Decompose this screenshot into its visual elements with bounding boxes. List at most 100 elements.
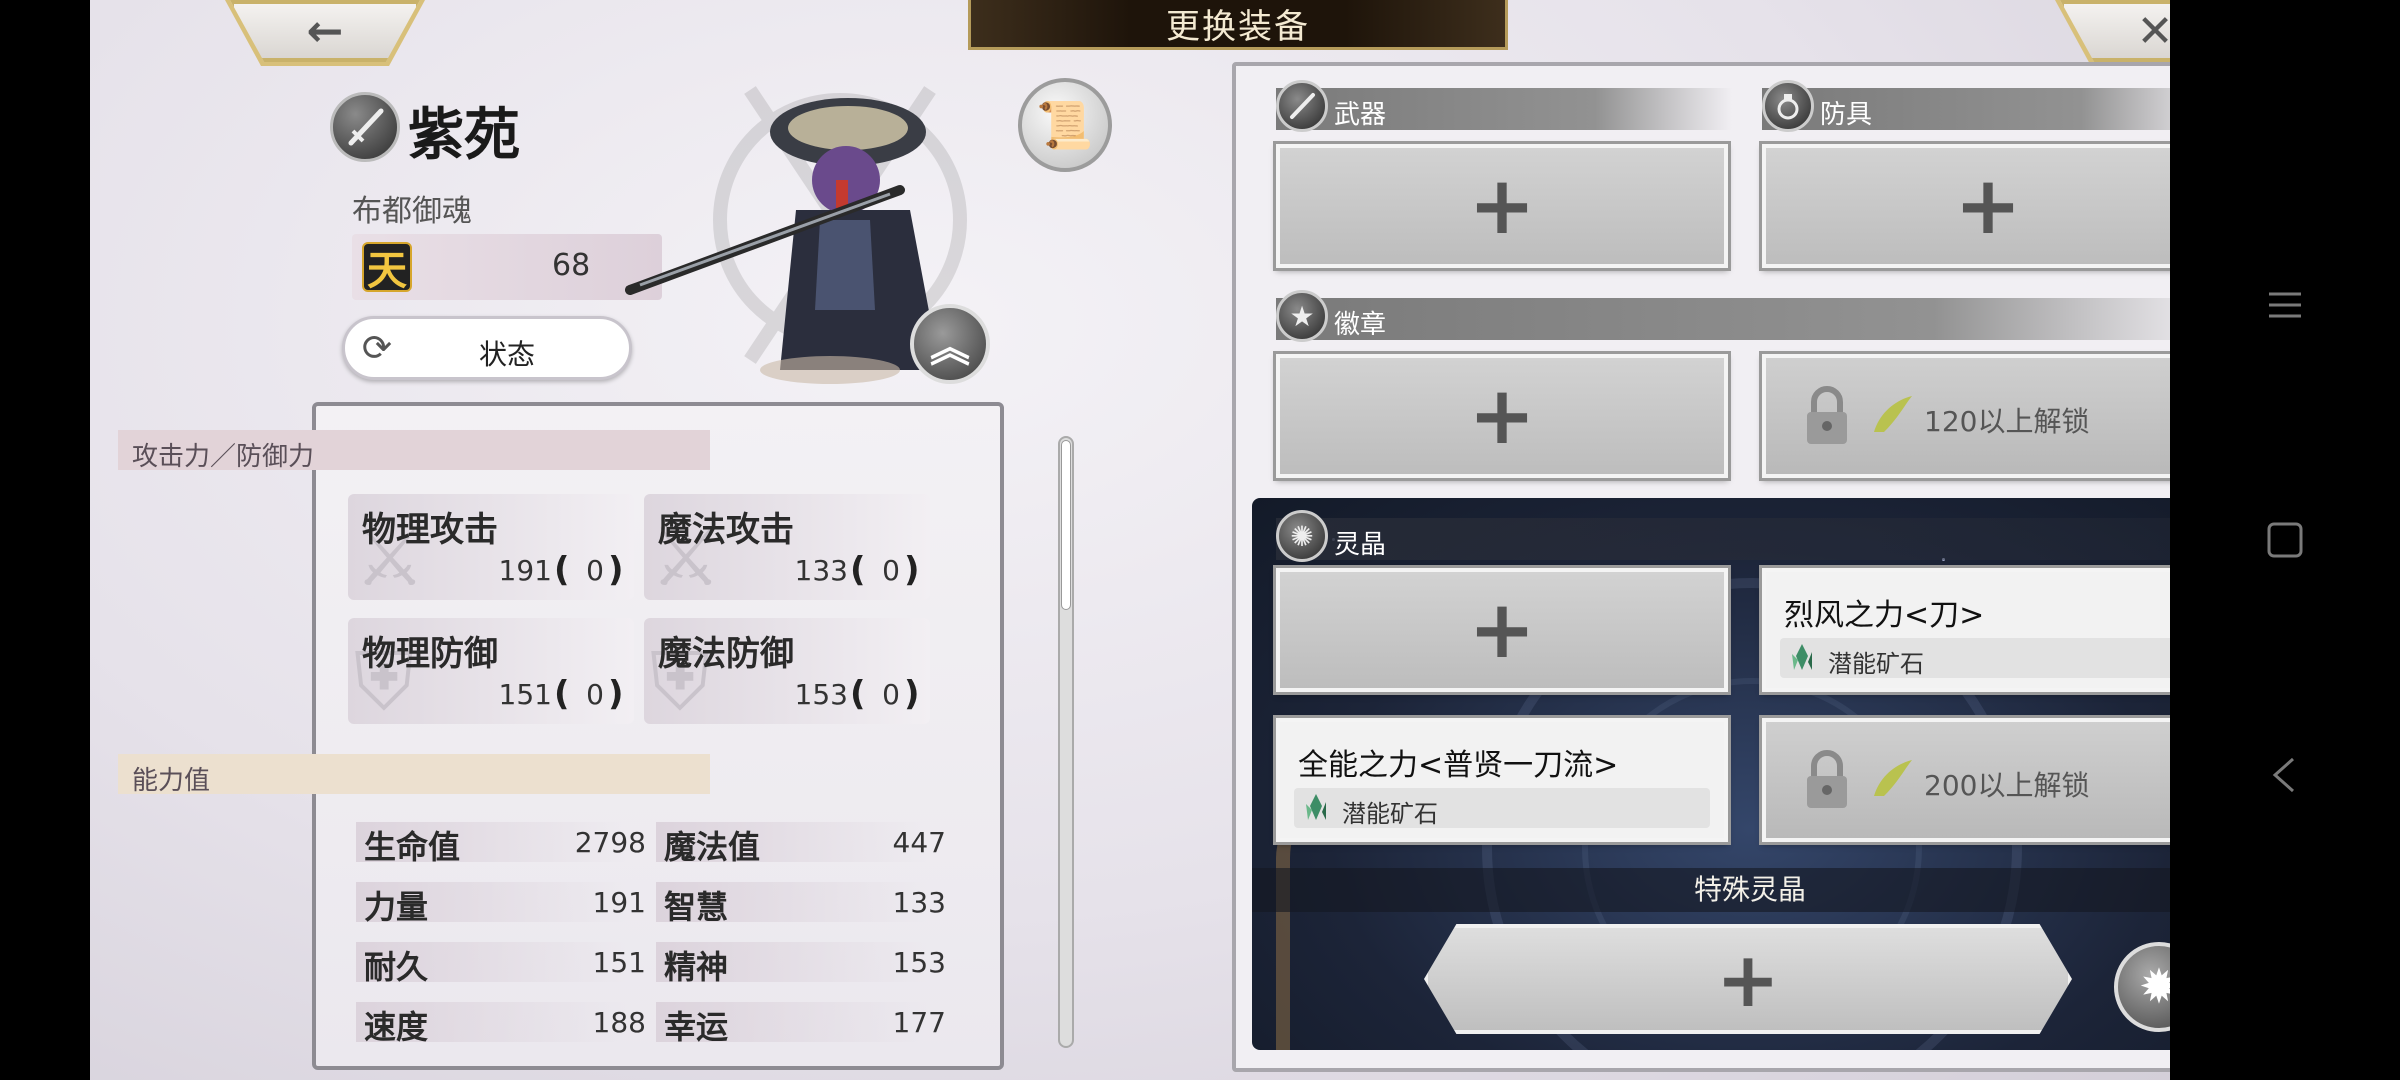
crystal-type: 潜能矿石 (1828, 650, 1924, 678)
ability-wisdom: 智慧 133 (656, 878, 956, 926)
crystal-slot-2[interactable]: 全能之力<普贤一刀流> 潜能矿石 (1276, 718, 1728, 842)
crystal-type: 潜能矿石 (1342, 800, 1438, 828)
level-value: 68 (552, 248, 591, 283)
stat-value: 191 (498, 554, 552, 587)
ability-name: 力量 (364, 888, 429, 926)
ability-value: 447 (892, 826, 946, 859)
ability-luck: 幸运 177 (656, 998, 956, 1046)
crystal-name: 全能之力<普贤一刀流> (1298, 748, 1619, 783)
armor-ring-icon (1762, 80, 1814, 132)
status-button[interactable]: ⟳ 状态 (342, 316, 632, 380)
ability-value: 188 (592, 1006, 646, 1039)
ability-name: 耐久 (364, 948, 429, 986)
menu-icon (2269, 292, 2301, 318)
plus-icon: + (1468, 159, 1536, 252)
crystal-name: 烈风之力<刀> (1784, 598, 1985, 633)
stat-bonus: 0 (882, 554, 900, 587)
crystal-section-header: ✺ 灵晶 (1276, 510, 2170, 562)
game-screen: ← ✕ 更换装备 紫苑 布都御魂 天 68 ⟳ 状态 ︽ 📜 攻击力／防御力 ⚔… (90, 0, 2170, 1080)
sword-icon (1276, 80, 1328, 132)
chevron-up-icon: ︽ (930, 325, 970, 371)
armor-slot[interactable]: + (1762, 144, 2170, 268)
profile-note-button[interactable]: 📜 (1018, 78, 1112, 172)
ability-value: 177 (892, 1006, 946, 1039)
ore-icon (1788, 642, 1818, 672)
stat-physical-defense: ⛨ 物理防御 151 ( 0 ) (348, 618, 634, 724)
stats-scrollbar[interactable] (1058, 436, 1074, 1048)
special-crystal-slot[interactable]: + (1424, 924, 2072, 1034)
ability-name: 速度 (364, 1008, 429, 1046)
ability-spirit: 精神 153 (656, 938, 956, 986)
status-label: 状态 (478, 338, 535, 371)
ability-strength: 力量 191 (356, 878, 656, 926)
stat-magic-attack: ⚔ 魔法攻击 133 ( 0 ) (644, 494, 930, 600)
special-crystal-label: 特殊灵晶 (1252, 868, 2170, 912)
stat-name: 物理攻击 (362, 510, 498, 550)
back-triangle-icon (2272, 757, 2294, 793)
crystal-slot-1[interactable]: 烈风之力<刀> 潜能矿石 (1762, 568, 2170, 692)
stat-name: 魔法攻击 (658, 510, 794, 550)
crystal-slot-locked: 200以上解锁 (1762, 718, 2170, 842)
weapon-slot[interactable]: + (1276, 144, 1728, 268)
stat-physical-attack: ⚔ 物理攻击 191 ( 0 ) (348, 494, 634, 600)
stat-value: 151 (498, 678, 552, 711)
crystal-slot-empty[interactable]: + (1276, 568, 1728, 692)
scroll-note-icon: 📜 (1036, 97, 1094, 152)
crystal-label: 灵晶 (1334, 530, 1387, 560)
wing-icon (1870, 756, 1916, 802)
close-icon: ✕ (2136, 5, 2170, 57)
armor-label: 防具 (1820, 100, 1873, 130)
ability-name: 精神 (664, 948, 729, 986)
wing-icon (1870, 392, 1916, 438)
menu-nav-button[interactable] (2170, 260, 2400, 350)
stat-bonus: 0 (882, 678, 900, 711)
plus-icon: + (1954, 159, 2022, 252)
back-nav-button[interactable] (2170, 730, 2400, 820)
ability-value: 133 (892, 886, 946, 919)
ability-name: 魔法值 (664, 828, 761, 866)
weapon-label: 武器 (1334, 100, 1387, 130)
ability-mp: 魔法值 447 (656, 818, 956, 866)
stat-bonus: 0 (586, 678, 604, 711)
armor-section-header: 防具 (1762, 80, 2170, 132)
ability-name: 生命值 (364, 828, 461, 866)
ore-icon (1302, 792, 1332, 822)
ability-speed: 速度 188 (356, 998, 656, 1046)
stat-magic-defense: ⛨ 魔法防御 153 ( 0 ) (644, 618, 930, 724)
ability-endurance: 耐久 151 (356, 938, 656, 986)
rank-icon: 天 (362, 242, 412, 294)
crystal-wheel-icon: ✺ (1276, 510, 1328, 562)
ability-value: 191 (592, 886, 646, 919)
badge-label: 徽章 (1334, 310, 1387, 340)
back-arrow-icon: ← (306, 5, 344, 57)
home-nav-button[interactable] (2170, 495, 2400, 585)
ability-value: 153 (892, 946, 946, 979)
scroll-thumb[interactable] (1061, 440, 1071, 610)
plus-icon: + (1468, 369, 1536, 462)
ability-name: 幸运 (664, 1008, 729, 1046)
plus-icon: + (1716, 934, 1780, 1024)
weapon-section-header: 武器 (1276, 80, 1732, 132)
unlock-requirement: 200以上解锁 (1924, 769, 2090, 802)
page-title: 更换装备 (968, 0, 1508, 50)
badge-section-header: ★ 徽章 (1276, 290, 2170, 342)
sword-type-icon (330, 92, 400, 162)
expand-up-button[interactable]: ︽ (910, 304, 990, 384)
badge-slot[interactable]: + (1276, 354, 1728, 478)
plus-icon: + (1468, 583, 1536, 676)
stat-bonus: 0 (586, 554, 604, 587)
unlock-requirement: 120以上解锁 (1924, 405, 2090, 438)
badge-slot-locked: 120以上解锁 (1762, 354, 2170, 478)
character-name: 紫苑 (408, 103, 520, 168)
character-weapon-name: 布都御魂 (352, 194, 472, 229)
ability-value: 151 (592, 946, 646, 979)
home-square-icon (2267, 522, 2303, 558)
system-nav-bar (2170, 0, 2400, 1080)
stat-value: 153 (794, 678, 848, 711)
attack-defense-header: 攻击力／防御力 (118, 430, 710, 472)
ability-name: 智慧 (664, 888, 729, 926)
lock-icon (1802, 384, 1852, 448)
star-badge-icon: ★ (1276, 290, 1328, 342)
lock-icon (1802, 748, 1852, 812)
stat-value: 133 (794, 554, 848, 587)
